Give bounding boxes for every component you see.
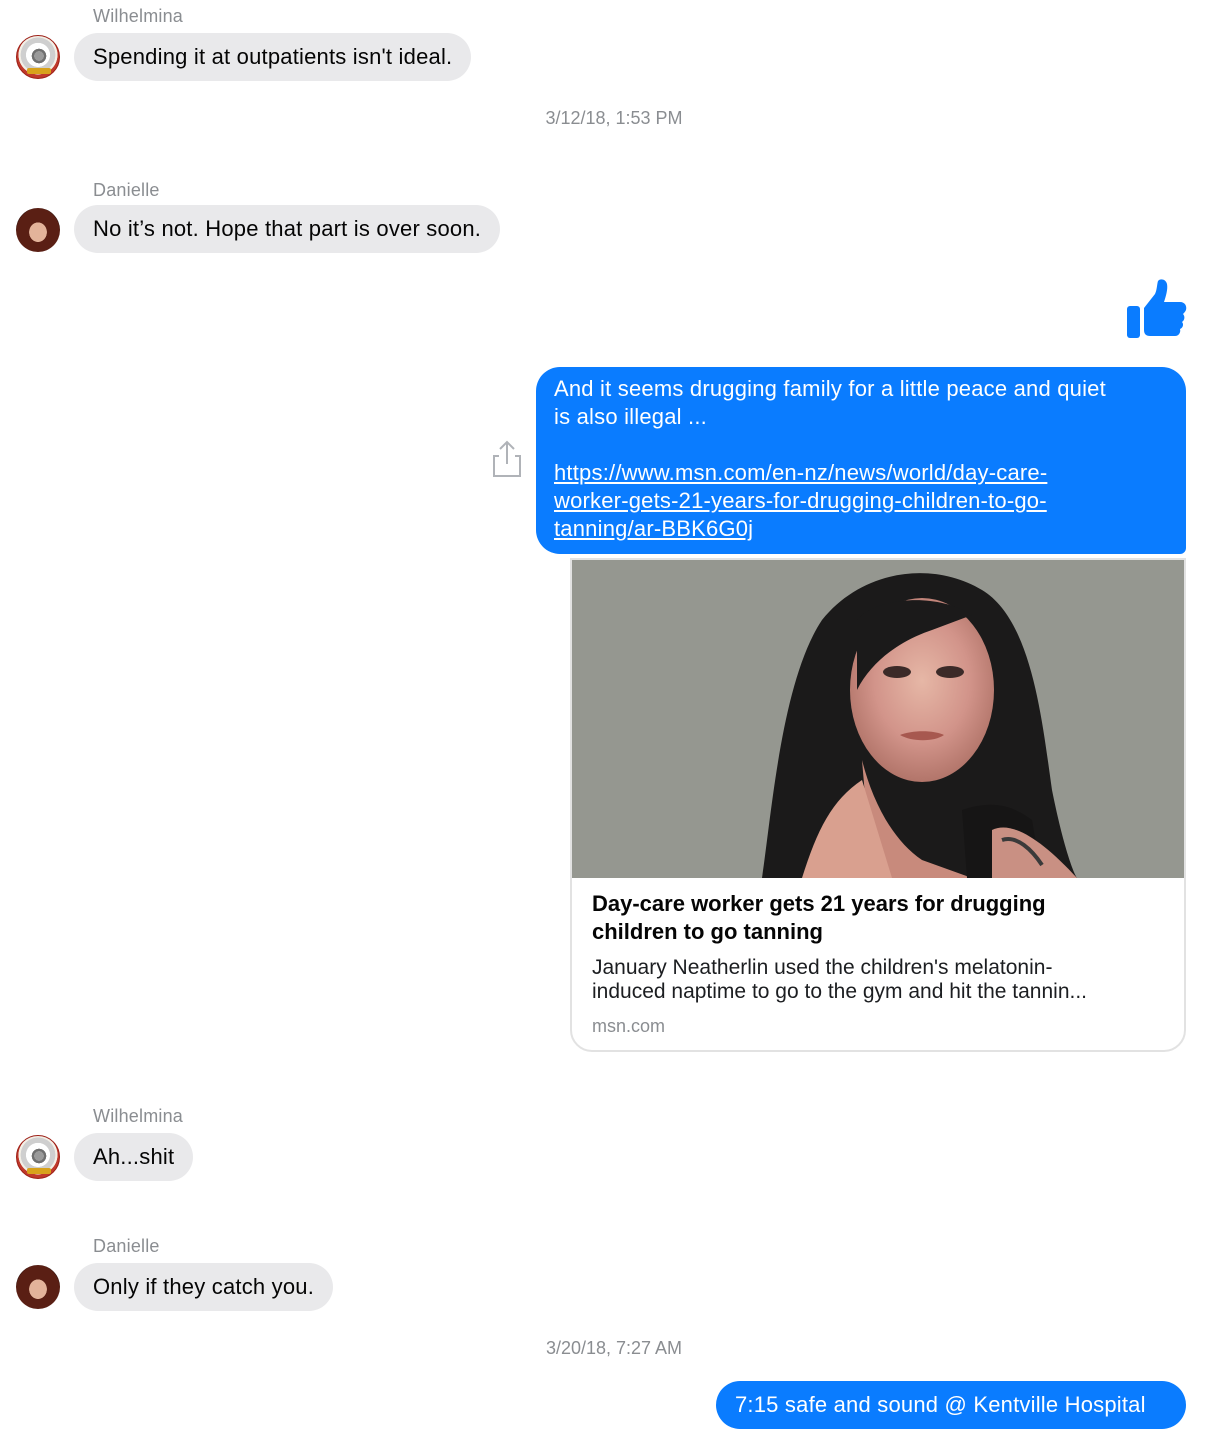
message-bubble[interactable]: No it’s not. Hope that part is over soon… — [74, 205, 501, 253]
link-url-line[interactable]: worker-gets-21-years-for-drugging-childr… — [554, 487, 1168, 515]
timestamp: 3/20/18, 7:27 AM — [545, 1338, 683, 1358]
message-bubble[interactable]: Ah...shit — [74, 1133, 194, 1181]
dog-icon — [30, 48, 48, 64]
link-url-line[interactable]: tanning/ar-BBK6G0j — [554, 515, 1168, 543]
card-domain: msn.com — [592, 1016, 666, 1036]
link-preview-card[interactable]: Day-care worker gets 21 years for druggi… — [570, 558, 1186, 1052]
sender-name: Wilhelmina — [93, 1106, 184, 1126]
avatar[interactable] — [16, 208, 60, 252]
message-bubble[interactable]: Only if they catch you. — [74, 1263, 334, 1311]
article-photo[interactable] — [572, 560, 1184, 878]
thumbs-up-icon[interactable] — [1125, 278, 1187, 340]
avatar[interactable] — [16, 35, 60, 79]
avatar[interactable] — [16, 1265, 60, 1309]
dog-icon — [30, 1148, 48, 1164]
sender-name: Danielle — [93, 1236, 160, 1256]
card-description-line: induced naptime to go to the gym and hit… — [592, 980, 1087, 1003]
message-text-line: And it seems drugging family for a littl… — [554, 376, 1106, 401]
message-bubble[interactable]: Spending it at outpatients isn't ideal. — [74, 33, 472, 81]
sender-name: Danielle — [93, 180, 160, 200]
message-text-line: is also illegal ... — [554, 404, 707, 429]
share-icon[interactable] — [491, 440, 523, 478]
link-url-line[interactable]: https://www.msn.com/en-nz/news/world/day… — [554, 459, 1168, 487]
badge-icon — [27, 68, 51, 74]
card-description-line: January Neatherlin used the children's m… — [592, 956, 1053, 979]
outgoing-message-bubble[interactable]: And it seems drugging family for a littl… — [536, 367, 1186, 554]
badge-icon — [27, 1168, 51, 1174]
card-title-line: children to go tanning — [592, 919, 823, 944]
avatar[interactable] — [16, 1135, 60, 1179]
timestamp: 3/12/18, 1:53 PM — [545, 108, 683, 128]
outgoing-message-bubble[interactable]: 7:15 safe and sound @ Kentville Hospital — [716, 1381, 1186, 1429]
card-title-line: Day-care worker gets 21 years for druggi… — [592, 891, 1046, 916]
sender-name: Wilhelmina — [93, 6, 184, 26]
